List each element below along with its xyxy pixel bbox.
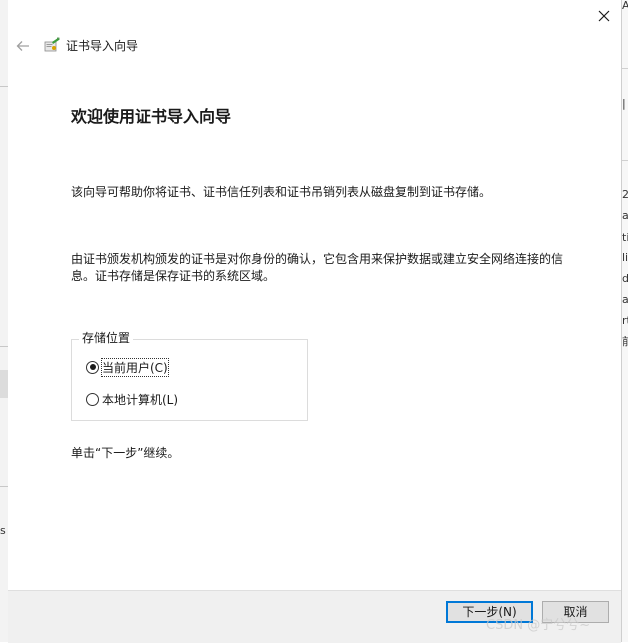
- bg-divider: [622, 68, 628, 69]
- bg-divider: [622, 160, 628, 161]
- bg-glyph: ti: [622, 232, 628, 244]
- bg-glyph: a: [622, 210, 628, 222]
- certificate-import-wizard-dialog: 证书导入向导 欢迎使用证书导入向导 该向导可帮助你将证书、证书信任列表和证书吊销…: [8, 0, 621, 643]
- continue-instruction: 单击“下一步”继续。: [71, 446, 180, 460]
- bg-glyph: 20: [622, 189, 628, 201]
- certificate-wizard-icon: [44, 37, 60, 53]
- store-location-group: [71, 339, 308, 421]
- bg-glyph: d: [622, 273, 628, 285]
- radio-current-user[interactable]: 当前用户(C): [86, 357, 169, 377]
- bg-divider: [0, 86, 8, 87]
- background-window-right: A | 20 a ti li d a rt 前: [621, 0, 628, 642]
- description-paragraph: 由证书颁发机构颁发的证书是对你身份的确认，它包含用来保护数据或建立安全网络连接的…: [71, 252, 564, 283]
- back-arrow-icon: [16, 41, 29, 51]
- page-heading: 欢迎使用证书导入向导: [71, 107, 232, 126]
- close-icon: [598, 10, 610, 22]
- wizard-title: 证书导入向导: [66, 39, 139, 53]
- bg-block: [0, 370, 8, 398]
- store-location-legend: 存储位置: [79, 330, 134, 347]
- bg-divider: [0, 486, 8, 487]
- bg-divider: [0, 346, 8, 347]
- radio-label-local-machine: 本地计算机(L): [102, 392, 179, 407]
- watermark: CSDN @宁兮兮~: [486, 618, 591, 633]
- bg-glyph: 前: [622, 336, 628, 348]
- bg-glyph: |: [622, 98, 626, 110]
- bg-glyph: A: [622, 0, 628, 12]
- back-button[interactable]: [14, 36, 32, 56]
- bg-glyph: rt: [622, 315, 628, 327]
- radio-local-machine[interactable]: 本地计算机(L): [86, 390, 178, 408]
- bg-glyph: a: [622, 294, 628, 306]
- radio-button-checked[interactable]: [86, 360, 99, 374]
- bg-glyph: li: [622, 252, 628, 264]
- intro-paragraph: 该向导可帮助你将证书、证书信任列表和证书吊销列表从磁盘复制到证书存储。: [71, 185, 492, 199]
- radio-button-unchecked[interactable]: [86, 392, 99, 406]
- close-button[interactable]: [593, 5, 615, 27]
- radio-label-current-user: 当前用户(C): [101, 357, 169, 377]
